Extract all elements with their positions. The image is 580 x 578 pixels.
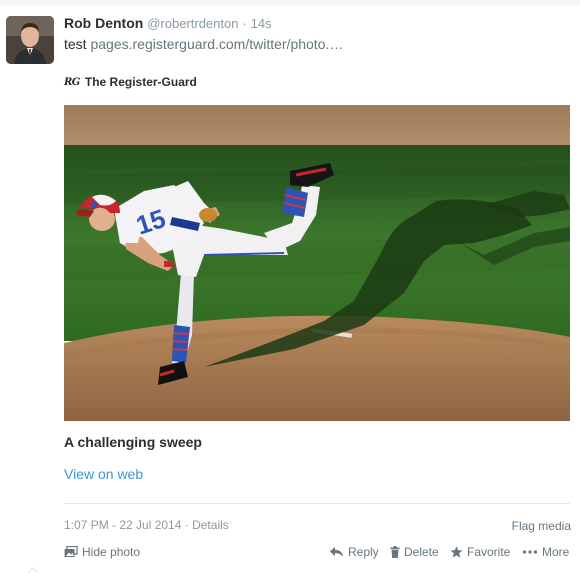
caret-up-icon <box>27 560 39 574</box>
header-separator: · <box>242 16 247 31</box>
top-border <box>0 0 580 5</box>
delete-label: Delete <box>404 545 439 559</box>
card-title[interactable]: A challenging sweep <box>64 434 202 450</box>
tweet-link[interactable]: pages.registerguard.com/twitter/photo.… <box>90 36 343 52</box>
card-publisher: RG The Register-Guard <box>64 74 197 90</box>
hide-photo-button[interactable]: Hide photo <box>64 545 140 559</box>
publisher-logo: RG <box>64 76 80 88</box>
publisher-name[interactable]: The Register-Guard <box>85 75 197 89</box>
reply-label: Reply <box>348 545 379 559</box>
tweet-timestamp[interactable]: 1:07 PM - 22 Jul 2014 <box>64 518 181 532</box>
reply-button[interactable]: Reply <box>329 545 379 559</box>
more-button[interactable]: More <box>522 545 569 559</box>
favorite-label: Favorite <box>467 545 511 559</box>
reply-icon <box>329 546 344 558</box>
meta-separator: · <box>184 518 189 532</box>
star-icon <box>450 546 463 558</box>
divider <box>64 503 570 504</box>
author-handle[interactable]: @robertrdenton <box>147 16 238 31</box>
delete-button[interactable]: Delete <box>390 545 439 559</box>
tweet-text: test pages.registerguard.com/twitter/pho… <box>64 36 343 52</box>
details-link[interactable]: Details <box>192 518 229 532</box>
flag-media-link[interactable]: Flag media <box>512 519 571 533</box>
tweet-text-prefix: test <box>64 36 87 52</box>
favorite-button[interactable]: Favorite <box>450 545 510 559</box>
tweet-time[interactable]: 14s <box>251 16 272 31</box>
tweet-actions: Hide photo Reply Delete Favorite More <box>64 545 570 563</box>
view-on-web-link[interactable]: View on web <box>64 466 143 482</box>
more-dots-icon <box>522 546 538 558</box>
photo-icon <box>64 546 78 558</box>
trash-icon <box>390 546 400 558</box>
more-label: More <box>542 545 570 559</box>
avatar[interactable] <box>6 16 54 64</box>
card-photo[interactable]: 15 <box>64 105 570 421</box>
tweet-meta: 1:07 PM - 22 Jul 2014 · Details <box>64 518 229 532</box>
hide-photo-label: Hide photo <box>82 545 141 559</box>
tweet-header: Rob Denton @robertrdenton · 14s <box>64 15 272 31</box>
author-name[interactable]: Rob Denton <box>64 15 143 31</box>
